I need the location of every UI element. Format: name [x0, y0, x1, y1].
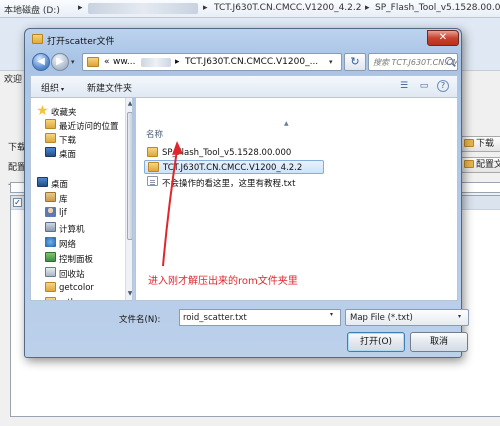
folder-icon — [464, 160, 474, 168]
new-folder-button[interactable]: 新建文件夹 — [87, 81, 132, 94]
chevron-down-icon: ▾ — [458, 313, 462, 320]
redacted-blur — [88, 3, 198, 14]
search-input[interactable]: 搜索 TCT.J630T.CN.CMCC.V... — [368, 53, 458, 71]
bg-address-folder2[interactable]: SP_Flash_Tool_v5.1528.00.000 — [375, 3, 500, 13]
dialog-title: 打开scatter文件 — [47, 37, 115, 47]
folder-icon — [464, 139, 474, 147]
file-list: ▲ 名称 SP_Flash_Tool_v5.1528.00.000 TCT.J6… — [135, 97, 458, 301]
desktop-icon — [37, 177, 48, 187]
nav-item-mtk[interactable]: mtk — [31, 296, 123, 300]
view-options-icon[interactable]: ☰ — [397, 80, 411, 92]
redacted-blur — [141, 58, 171, 67]
nav-item-getcolor[interactable]: getcolor — [31, 281, 123, 295]
chevron-down-icon: ▾ — [61, 86, 65, 93]
background-address-bar: 本地磁盘 (D:) ▸ ▸ TCT.J630T.CN.CMCC.V1200_4.… — [0, 0, 500, 18]
recycle-bin-icon — [45, 267, 56, 277]
scrollbar-thumb[interactable] — [127, 112, 132, 240]
list-item[interactable]: SP_Flash_Tool_v5.1528.00.000 — [144, 146, 324, 160]
open-button[interactable]: 打开(O) — [347, 332, 405, 352]
help-icon[interactable]: ? — [437, 80, 449, 92]
chevron-down-icon[interactable]: ▾ — [330, 311, 333, 318]
address-bar[interactable]: « ww... ▸ TCT.J630T.CN.CMCC.V1200_... ▾ — [82, 53, 342, 71]
nav-item-libraries[interactable]: 库 — [31, 191, 123, 205]
folder-icon — [87, 57, 99, 67]
address-part-1[interactable]: ww... — [113, 57, 135, 67]
close-button[interactable]: ✕ — [427, 30, 459, 46]
network-icon — [45, 237, 56, 247]
open-scatter-dialog: 打开scatter文件 ✕ ◀ ▶ ▾ « ww... ▸ TCT.J630T.… — [24, 28, 469, 358]
folder-icon — [148, 162, 159, 172]
list-item[interactable]: 不会操作的看这里，这里有教程.txt — [144, 175, 324, 189]
nav-item-computer[interactable]: 计算机 — [31, 221, 123, 235]
column-header-name[interactable]: 名称 — [146, 128, 163, 140]
file-type-select[interactable]: Map File (*.txt) ▾ — [345, 309, 469, 326]
nav-item-network[interactable]: 网络 — [31, 236, 123, 250]
sort-ascending-icon: ▲ — [284, 120, 289, 127]
nav-item-desktop[interactable]: 桌面 — [31, 176, 123, 190]
bg-address-drive[interactable]: 本地磁盘 (D:) — [4, 3, 60, 16]
address-dropdown-icon[interactable]: ▾ — [329, 58, 333, 66]
list-item-selected[interactable]: TCT.J630T.CN.CMCC.V1200_4.2.2 — [144, 160, 324, 174]
cancel-button[interactable]: 取消 — [410, 332, 468, 352]
navigation-bar: ◀ ▶ ▾ « ww... ▸ TCT.J630T.CN.CMCC.V1200_… — [30, 51, 458, 73]
recent-pages-dropdown[interactable]: ▾ — [71, 58, 75, 66]
forward-button[interactable]: ▶ — [51, 53, 69, 71]
annotation-text: 进入刚才解压出来的rom文件夹里 — [148, 276, 298, 287]
preview-pane-icon[interactable]: ▭ — [417, 80, 431, 92]
desktop-icon — [45, 147, 56, 157]
nav-pane-scrollbar[interactable]: ▲ ▼ — [125, 98, 132, 300]
control-panel-icon — [45, 252, 56, 262]
folder-icon — [45, 297, 56, 300]
computer-icon — [45, 222, 56, 232]
folder-icon — [45, 133, 56, 143]
nav-item-downloads[interactable]: 下载 — [31, 132, 123, 146]
checkbox[interactable]: ✓ — [13, 198, 22, 207]
nav-item-recent[interactable]: 最近访问的位置 — [31, 118, 123, 132]
organize-menu[interactable]: 组织 ▾ — [41, 81, 64, 94]
nav-item-favorites[interactable]: 收藏夹 — [31, 104, 123, 118]
search-icon[interactable] — [445, 57, 453, 65]
user-icon — [45, 207, 56, 217]
nav-item-desktop-fav[interactable]: 桌面 — [31, 146, 123, 160]
text-file-icon — [147, 176, 158, 186]
bg-download-agent-button[interactable]: 下载 — [460, 136, 500, 152]
back-button[interactable]: ◀ — [32, 53, 50, 71]
refresh-button[interactable]: ↻ — [344, 53, 366, 71]
folder-icon — [32, 34, 43, 44]
folder-icon — [45, 282, 56, 292]
scroll-up-icon[interactable]: ▲ — [127, 100, 132, 108]
folder-icon — [147, 147, 158, 157]
tab-welcome[interactable]: 欢迎 — [4, 72, 26, 86]
filename-label: 文件名(N): — [119, 315, 161, 325]
command-bar: 组织 ▾ 新建文件夹 ☰ ▭ ? — [30, 75, 458, 97]
star-icon — [37, 105, 48, 115]
nav-item-user[interactable]: ljf — [31, 206, 123, 220]
address-part-2[interactable]: TCT.J630T.CN.CMCC.V1200_... — [185, 57, 318, 67]
nav-item-control-panel[interactable]: 控制面板 — [31, 251, 123, 265]
filename-input[interactable]: roid_scatter.txt ▾ — [179, 309, 341, 326]
bg-address-folder1[interactable]: TCT.J630T.CN.CMCC.V1200_4.2.2 — [214, 3, 362, 13]
scroll-down-icon[interactable]: ▼ — [127, 290, 132, 298]
nav-item-recycle-bin[interactable]: 回收站 — [31, 266, 123, 280]
recent-icon — [45, 119, 56, 129]
library-icon — [45, 192, 56, 202]
bg-config-file-button[interactable]: 配置文 — [460, 157, 500, 173]
navigation-pane: 收藏夹 最近访问的位置 下载 桌面 桌面 库 ljf 计算机 网络 控制面板 回… — [30, 97, 133, 301]
